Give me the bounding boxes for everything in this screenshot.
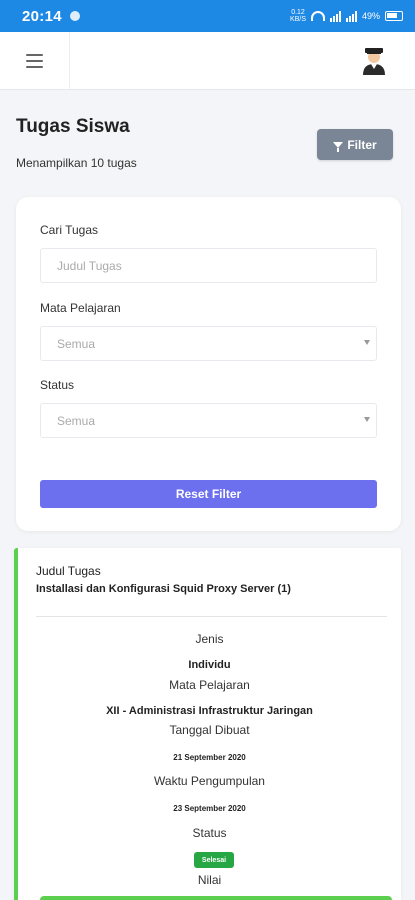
grade-label: Nilai [197, 873, 222, 887]
status-bar: 20:14 0.12 KB/S 49% [0, 0, 415, 32]
search-label: Cari Tugas [40, 223, 99, 237]
page-title: Tugas Siswa [16, 116, 130, 137]
status-label: Status [40, 378, 75, 392]
chevron-down-icon [364, 417, 370, 422]
status-time: 20:14 [22, 7, 62, 25]
filter-button[interactable]: Filter [317, 129, 393, 160]
user-avatar-icon[interactable] [361, 45, 387, 75]
subject-label: Mata Pelajaran [169, 678, 250, 692]
created-value: 21 September 2020 [173, 753, 246, 762]
deadline-value: 23 September 2020 [173, 804, 246, 813]
status-selected-value: Semua [57, 413, 96, 428]
type-label: Jenis [195, 632, 224, 646]
signal-icon [329, 10, 341, 22]
status-label: Status [192, 826, 227, 840]
signal-icon-2 [345, 10, 357, 22]
search-placeholder: Judul Tugas [57, 258, 122, 273]
task-title-label: Judul Tugas [36, 564, 101, 578]
battery-percent: 49% [361, 11, 380, 21]
wifi-icon [310, 11, 325, 21]
task-count-text: Menampilkan 10 tugas [16, 156, 137, 170]
task-title: Installasi dan Konfigurasi Squid Proxy S… [36, 583, 291, 595]
subject-selected-value: Semua [57, 336, 96, 351]
status-select[interactable]: Semua [40, 403, 377, 438]
status-badge: Selesai [194, 852, 234, 868]
reset-filter-button[interactable]: Reset Filter [40, 480, 377, 508]
filter-button-label: Filter [347, 137, 377, 152]
filter-card: Cari Tugas Judul Tugas Mata Pelajaran Se… [16, 197, 401, 531]
top-navbar [0, 32, 415, 90]
task-card[interactable]: Judul Tugas Installasi dan Konfigurasi S… [14, 548, 401, 900]
subject-label: Mata Pelajaran [40, 301, 121, 315]
hamburger-icon[interactable] [0, 32, 70, 90]
network-speed: 0.12 KB/S [290, 9, 306, 23]
subject-select[interactable]: Semua [40, 326, 377, 361]
task-action-bar[interactable] [40, 896, 392, 900]
subject-value: XII - Administrasi Infrastruktur Jaringa… [106, 705, 313, 717]
divider [36, 616, 387, 617]
notification-icon [69, 11, 80, 21]
type-value: Individu [188, 659, 231, 671]
battery-icon [385, 11, 403, 21]
filter-icon [333, 141, 344, 152]
search-input[interactable]: Judul Tugas [40, 248, 377, 283]
chevron-down-icon [364, 340, 370, 345]
deadline-label: Waktu Pengumpulan [154, 774, 265, 788]
created-label: Tanggal Dibuat [169, 723, 250, 737]
